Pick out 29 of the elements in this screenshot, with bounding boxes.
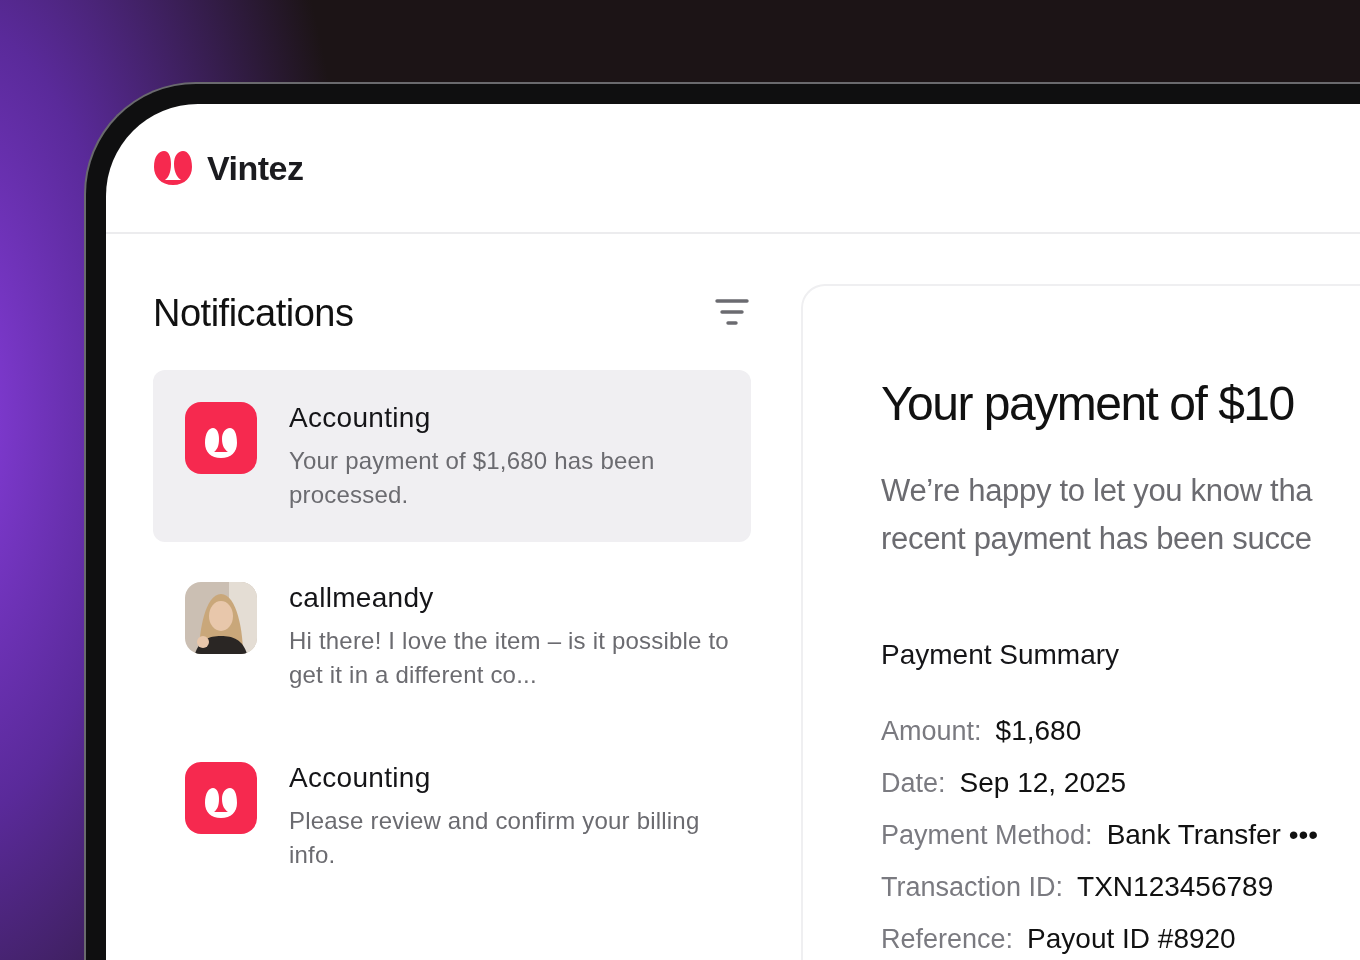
field-value: Sep 12, 2025	[959, 767, 1127, 799]
notifications-title: Notifications	[153, 291, 354, 335]
intro-text: We’re happy to let you know tha	[881, 472, 1314, 510]
notification-message: Hi there! I love the item – is it possible to get it in a different co...	[289, 626, 730, 690]
payment-title: Your payment of $10	[881, 376, 1295, 431]
field-value: TXN123456789	[1077, 871, 1274, 903]
summary-title: Payment Summary	[881, 639, 1121, 671]
notification-message: Your payment of $1,680 has been processed.	[289, 446, 656, 510]
field-label: Date:	[881, 767, 946, 799]
notification-item[interactable]: Accounting Your payment of $1,680 has been processed.	[153, 370, 751, 542]
intro-text: recent payment has been succe	[881, 520, 1313, 558]
app-icon	[185, 402, 257, 474]
notification-item[interactable]: callmeandy Hi there! I love the item – is it possible to get it in a different co...	[153, 550, 751, 722]
brand-name: Vintez	[207, 148, 304, 188]
field-label: Reference:	[881, 923, 1014, 955]
field-label: Transaction ID:	[881, 871, 1064, 903]
logo-icon	[153, 148, 193, 188]
field-label: Payment Method:	[881, 819, 1093, 851]
field-value: Bank Transfer •••	[1106, 819, 1319, 851]
notification-item[interactable]: Accounting Please review and confirm your billing info.	[153, 730, 751, 902]
filter-icon[interactable]	[715, 298, 749, 328]
field-label: Amount:	[881, 715, 982, 747]
app-icon	[185, 762, 257, 834]
notification-sender: callmeandy	[289, 582, 435, 614]
notification-message: Please review and confirm your billing info.	[289, 806, 701, 870]
notification-sender: Accounting	[289, 402, 432, 434]
field-value: $1,680	[995, 715, 1082, 747]
field-value: Payout ID #8920	[1027, 923, 1236, 955]
notification-sender: Accounting	[289, 762, 432, 794]
